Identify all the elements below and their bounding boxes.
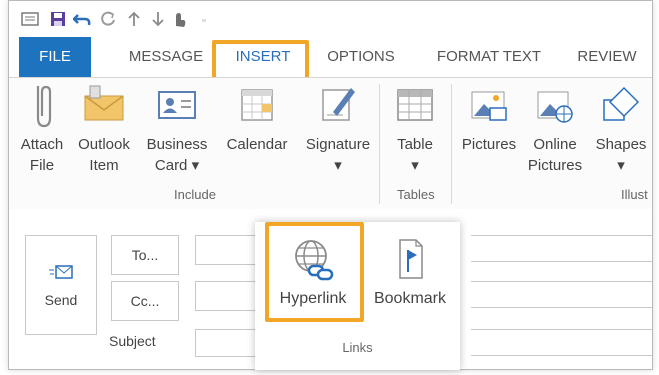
pictures-button[interactable]: Pictures: [457, 82, 521, 155]
send-button[interactable]: Send: [25, 235, 97, 335]
save-icon[interactable]: [49, 10, 67, 28]
online-pictures-button[interactable]: Online Pictures: [525, 82, 585, 176]
table-icon: [397, 89, 433, 121]
ribbon-tabs: FILE MESSAGE INSERT OPTIONS FORMAT TEXT …: [9, 37, 652, 77]
bookmark-icon: [399, 239, 423, 279]
to-field-extension: [471, 261, 652, 262]
cc-button[interactable]: Cc...: [111, 281, 179, 321]
attach-label-2: File: [29, 157, 55, 174]
send-icon: [49, 265, 73, 279]
cc-field-extension: [471, 281, 652, 282]
group-tables-label: Tables: [397, 187, 435, 202]
business-card-button[interactable]: Business Card ▾: [144, 82, 210, 176]
signature-button[interactable]: Signature ▾: [301, 82, 375, 176]
redo-icon[interactable]: [99, 10, 117, 28]
business-label-2: Card ▾: [154, 157, 200, 174]
shapes-button[interactable]: Shapes ▾: [591, 82, 651, 176]
group-divider: [451, 84, 452, 204]
customize-qat-icon[interactable]: ₌: [195, 10, 213, 28]
online-label-2: Pictures: [527, 157, 583, 174]
attach-label-1: Attach: [20, 136, 64, 153]
arrow-up-icon[interactable]: [125, 10, 143, 28]
undo-icon[interactable]: [73, 10, 91, 28]
bookmark-button[interactable]: Bookmark: [365, 232, 455, 326]
quick-access-toolbar: ₌: [9, 1, 652, 37]
ribbon-insert: Attach File Outlook Item Business Card ▾…: [9, 77, 652, 211]
insert-tab-highlight: [212, 40, 309, 82]
tab-message[interactable]: MESSAGE: [116, 37, 216, 77]
signature-dropdown-icon: ▾: [334, 157, 342, 174]
tab-file[interactable]: FILE: [19, 37, 91, 77]
bookmark-label: Bookmark: [373, 290, 447, 307]
business-label-1: Business: [146, 136, 208, 153]
cc-field-extension: [471, 307, 652, 308]
subject-field-extension: [471, 355, 652, 356]
table-button[interactable]: Table ▾: [387, 82, 443, 176]
outlook-label-1: Outlook: [78, 136, 130, 153]
pictures-label: Pictures: [461, 136, 517, 153]
envelope-icon: [84, 85, 124, 121]
attach-file-button[interactable]: Attach File: [19, 82, 65, 176]
online-label-1: Online: [533, 136, 577, 153]
shapes-label: Shapes: [595, 136, 647, 153]
arrow-down-icon[interactable]: [149, 10, 167, 28]
group-divider: [379, 84, 380, 204]
outlook-label-2: Item: [89, 157, 119, 174]
paperclip-icon: [36, 85, 52, 128]
pictures-icon: [471, 91, 507, 121]
hyperlink-highlight: [265, 222, 364, 322]
signature-label: Signature: [305, 136, 371, 153]
tab-review[interactable]: REVIEW: [567, 37, 647, 77]
calendar-label: Calendar: [226, 136, 288, 153]
calendar-button[interactable]: Calendar: [220, 82, 294, 155]
group-links-label: Links: [342, 340, 373, 355]
shapes-dropdown-icon: ▾: [617, 157, 625, 174]
signature-icon: [322, 88, 355, 121]
group-illustrations-label: Illust: [621, 187, 648, 202]
outlook-item-button[interactable]: Outlook Item: [75, 82, 133, 176]
subject-field-extension: [471, 329, 652, 330]
business-card-icon: [158, 91, 196, 119]
subject-label: Subject: [109, 333, 156, 349]
to-field-extension: [471, 235, 652, 236]
table-dropdown-icon: ▾: [411, 157, 419, 174]
send-label: Send: [44, 292, 78, 308]
tab-format-text[interactable]: FORMAT TEXT: [424, 37, 554, 77]
calendar-icon: [241, 89, 273, 121]
to-button[interactable]: To...: [111, 235, 179, 275]
mail-icon[interactable]: [21, 10, 39, 28]
tab-options[interactable]: OPTIONS: [315, 37, 407, 77]
online-pictures-icon: [537, 91, 573, 123]
shapes-icon: [603, 86, 640, 121]
group-include-label: Include: [174, 187, 216, 202]
table-label: Table: [397, 136, 433, 153]
touch-mode-icon[interactable]: [171, 10, 189, 28]
